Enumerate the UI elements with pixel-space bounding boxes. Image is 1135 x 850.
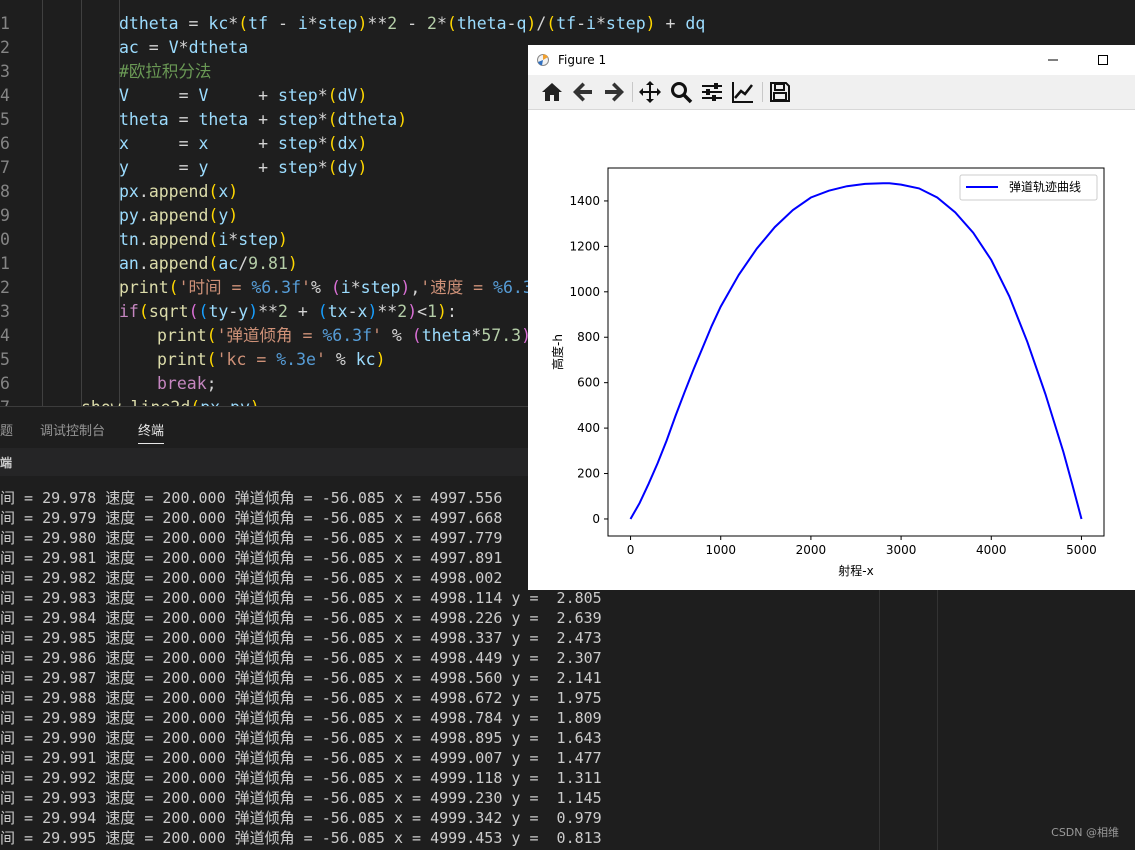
- line-number: 4: [0, 86, 10, 105]
- zoom-icon[interactable]: [669, 80, 695, 104]
- code-text: y = y + step*(dy): [119, 158, 368, 177]
- y-tick-label: 200: [577, 467, 600, 481]
- terminal-header-label: 端: [0, 456, 13, 470]
- terminal-line: 间 = 29.995 速度 = 200.000 弹道倾角 = -56.085 x…: [0, 829, 602, 847]
- minimize-button[interactable]: [1038, 51, 1068, 69]
- line-number: 0: [0, 230, 10, 249]
- terminal-line: 间 = 29.990 速度 = 200.000 弹道倾角 = -56.085 x…: [0, 729, 602, 747]
- series-line-trajectory: [629, 182, 1083, 520]
- code-text: if(sqrt((ty-y)**2 + (tx-x)**2)<1):: [119, 302, 457, 321]
- terminal-line: 间 = 29.989 速度 = 200.000 弹道倾角 = -56.085 x…: [0, 709, 602, 727]
- y-tick-label: 800: [577, 330, 600, 344]
- terminal-line: 间 = 29.986 速度 = 200.000 弹道倾角 = -56.085 x…: [0, 649, 602, 667]
- terminal-line: 间 = 29.992 速度 = 200.000 弹道倾角 = -56.085 x…: [0, 769, 602, 787]
- maximize-button[interactable]: [1088, 51, 1118, 69]
- code-text: print('弹道倾角 = %6.3f' % (theta*57.3): [157, 326, 532, 345]
- code-text: print('kc = %.3e' % kc): [157, 350, 386, 369]
- line-number: 9: [0, 206, 10, 225]
- matplotlib-icon: [537, 54, 549, 66]
- x-tick-label: 3000: [886, 543, 917, 557]
- terminal-divider: [879, 590, 880, 850]
- figure-title: Figure 1: [558, 53, 607, 67]
- line-number: 8: [0, 182, 10, 201]
- terminal-line: 间 = 29.993 速度 = 200.000 弹道倾角 = -56.085 x…: [0, 789, 602, 807]
- y-tick-label: 1400: [569, 194, 600, 208]
- code-text: dtheta = kc*(tf - i*step)**2 - 2*(theta-…: [119, 14, 706, 33]
- line-number: 2: [0, 38, 10, 57]
- line-number: 7: [0, 396, 14, 406]
- toolbar-separator: [632, 82, 633, 102]
- trajectory-chart: 0 1000 2000 3000 4000 5000 0 200 400 600 800 1000 12…: [550, 167, 1105, 578]
- line-number: 1: [0, 254, 10, 273]
- figure-toolbar: [528, 75, 1135, 110]
- line-number: 3: [0, 302, 10, 321]
- code-text: py.append(y): [119, 206, 239, 225]
- code-text: print('时间 = %6.3f'% (i*step),'速度 = %6.3: [119, 278, 533, 297]
- y-tick-label: 1000: [569, 285, 600, 299]
- y-tick-label: 600: [577, 376, 600, 390]
- x-tick-label: 2000: [796, 543, 827, 557]
- tab-terminal[interactable]: 终端: [138, 420, 165, 444]
- tab-debug-console[interactable]: 调试控制台: [40, 420, 105, 439]
- code-text: an.append(ac/9.81): [119, 254, 298, 273]
- tab-problems[interactable]: 题: [0, 420, 13, 439]
- line-number: 3: [0, 62, 10, 81]
- watermark: CSDN @相维: [1051, 826, 1119, 839]
- y-tick-label: 400: [577, 421, 600, 435]
- code-text: ac = V*dtheta: [119, 38, 249, 57]
- edit-axis-icon[interactable]: [731, 80, 757, 104]
- terminal-line: 间 = 29.985 速度 = 200.000 弹道倾角 = -56.085 x…: [0, 629, 602, 647]
- y-tick-label: 0: [592, 512, 600, 526]
- forward-icon[interactable]: [602, 80, 628, 104]
- terminal-line: 间 = 29.981 速度 = 200.000 弹道倾角 = -56.085 x…: [0, 549, 503, 567]
- figure-titlebar[interactable]: Figure 1: [528, 45, 1135, 75]
- line-number: 5: [0, 350, 10, 369]
- x-tick-label: 0: [627, 543, 635, 557]
- y-axis-label: 高度-h: [550, 334, 565, 370]
- code-line: 1 dtheta = kc*(tf - i*step)**2 - 2*(theta…: [0, 12, 1135, 36]
- terminal-divider: [937, 590, 938, 850]
- x-tick-label: 1000: [705, 543, 736, 557]
- terminal-line: 间 = 29.982 速度 = 200.000 弹道倾角 = -56.085 x…: [0, 569, 503, 587]
- x-tick-label: 4000: [976, 543, 1007, 557]
- line-number: 1: [0, 14, 10, 33]
- line-number: 2: [0, 278, 10, 297]
- line-number: 6: [0, 374, 10, 393]
- code-text: tn.append(i*step): [119, 230, 288, 249]
- terminal-line: 间 = 29.987 速度 = 200.000 弹道倾角 = -56.085 x…: [0, 669, 602, 687]
- code-text: show_line2d(px,py): [81, 396, 260, 406]
- code-text: break;: [157, 374, 217, 393]
- terminal-line: 间 = 29.978 速度 = 200.000 弹道倾角 = -56.085 x…: [0, 489, 503, 507]
- line-number: 6: [0, 134, 10, 153]
- terminal-line: 间 = 29.988 速度 = 200.000 弹道倾角 = -56.085 x…: [0, 689, 602, 707]
- terminal-line: 间 = 29.980 速度 = 200.000 弹道倾角 = -56.085 x…: [0, 529, 503, 547]
- code-text: x = x + step*(dx): [119, 134, 368, 153]
- x-tick-label: 5000: [1066, 543, 1097, 557]
- pan-icon[interactable]: [638, 80, 664, 104]
- toolbar-separator: [762, 82, 763, 102]
- code-text: theta = theta + step*(dtheta): [119, 110, 408, 129]
- line-number: 5: [0, 110, 10, 129]
- code-text: px.append(x): [119, 182, 239, 201]
- line-number: 4: [0, 326, 10, 345]
- axes-frame: [607, 167, 1105, 537]
- x-axis-label: 射程-x: [838, 563, 873, 578]
- terminal-line: 间 = 29.979 速度 = 200.000 弹道倾角 = -56.085 x…: [0, 509, 503, 527]
- legend-label: 弹道轨迹曲线: [1009, 180, 1081, 194]
- figure-window: Figure 1 0 1000 2000 3000 4000 5000 0 20…: [528, 45, 1135, 590]
- home-icon[interactable]: [540, 80, 566, 104]
- save-icon[interactable]: [768, 80, 794, 104]
- code-text: #欧拉积分法: [119, 62, 212, 81]
- code-text: V = V + step*(dV): [119, 86, 368, 105]
- y-tick-label: 1200: [569, 239, 600, 253]
- back-icon[interactable]: [571, 80, 597, 104]
- configure-subplots-icon[interactable]: [700, 80, 726, 104]
- terminal-line: 间 = 29.994 速度 = 200.000 弹道倾角 = -56.085 x…: [0, 809, 602, 827]
- terminal-line: 间 = 29.984 速度 = 200.000 弹道倾角 = -56.085 x…: [0, 609, 602, 627]
- terminal-line: 间 = 29.983 速度 = 200.000 弹道倾角 = -56.085 x…: [0, 589, 602, 607]
- terminal-line: 间 = 29.991 速度 = 200.000 弹道倾角 = -56.085 x…: [0, 749, 602, 767]
- line-number: 7: [0, 158, 10, 177]
